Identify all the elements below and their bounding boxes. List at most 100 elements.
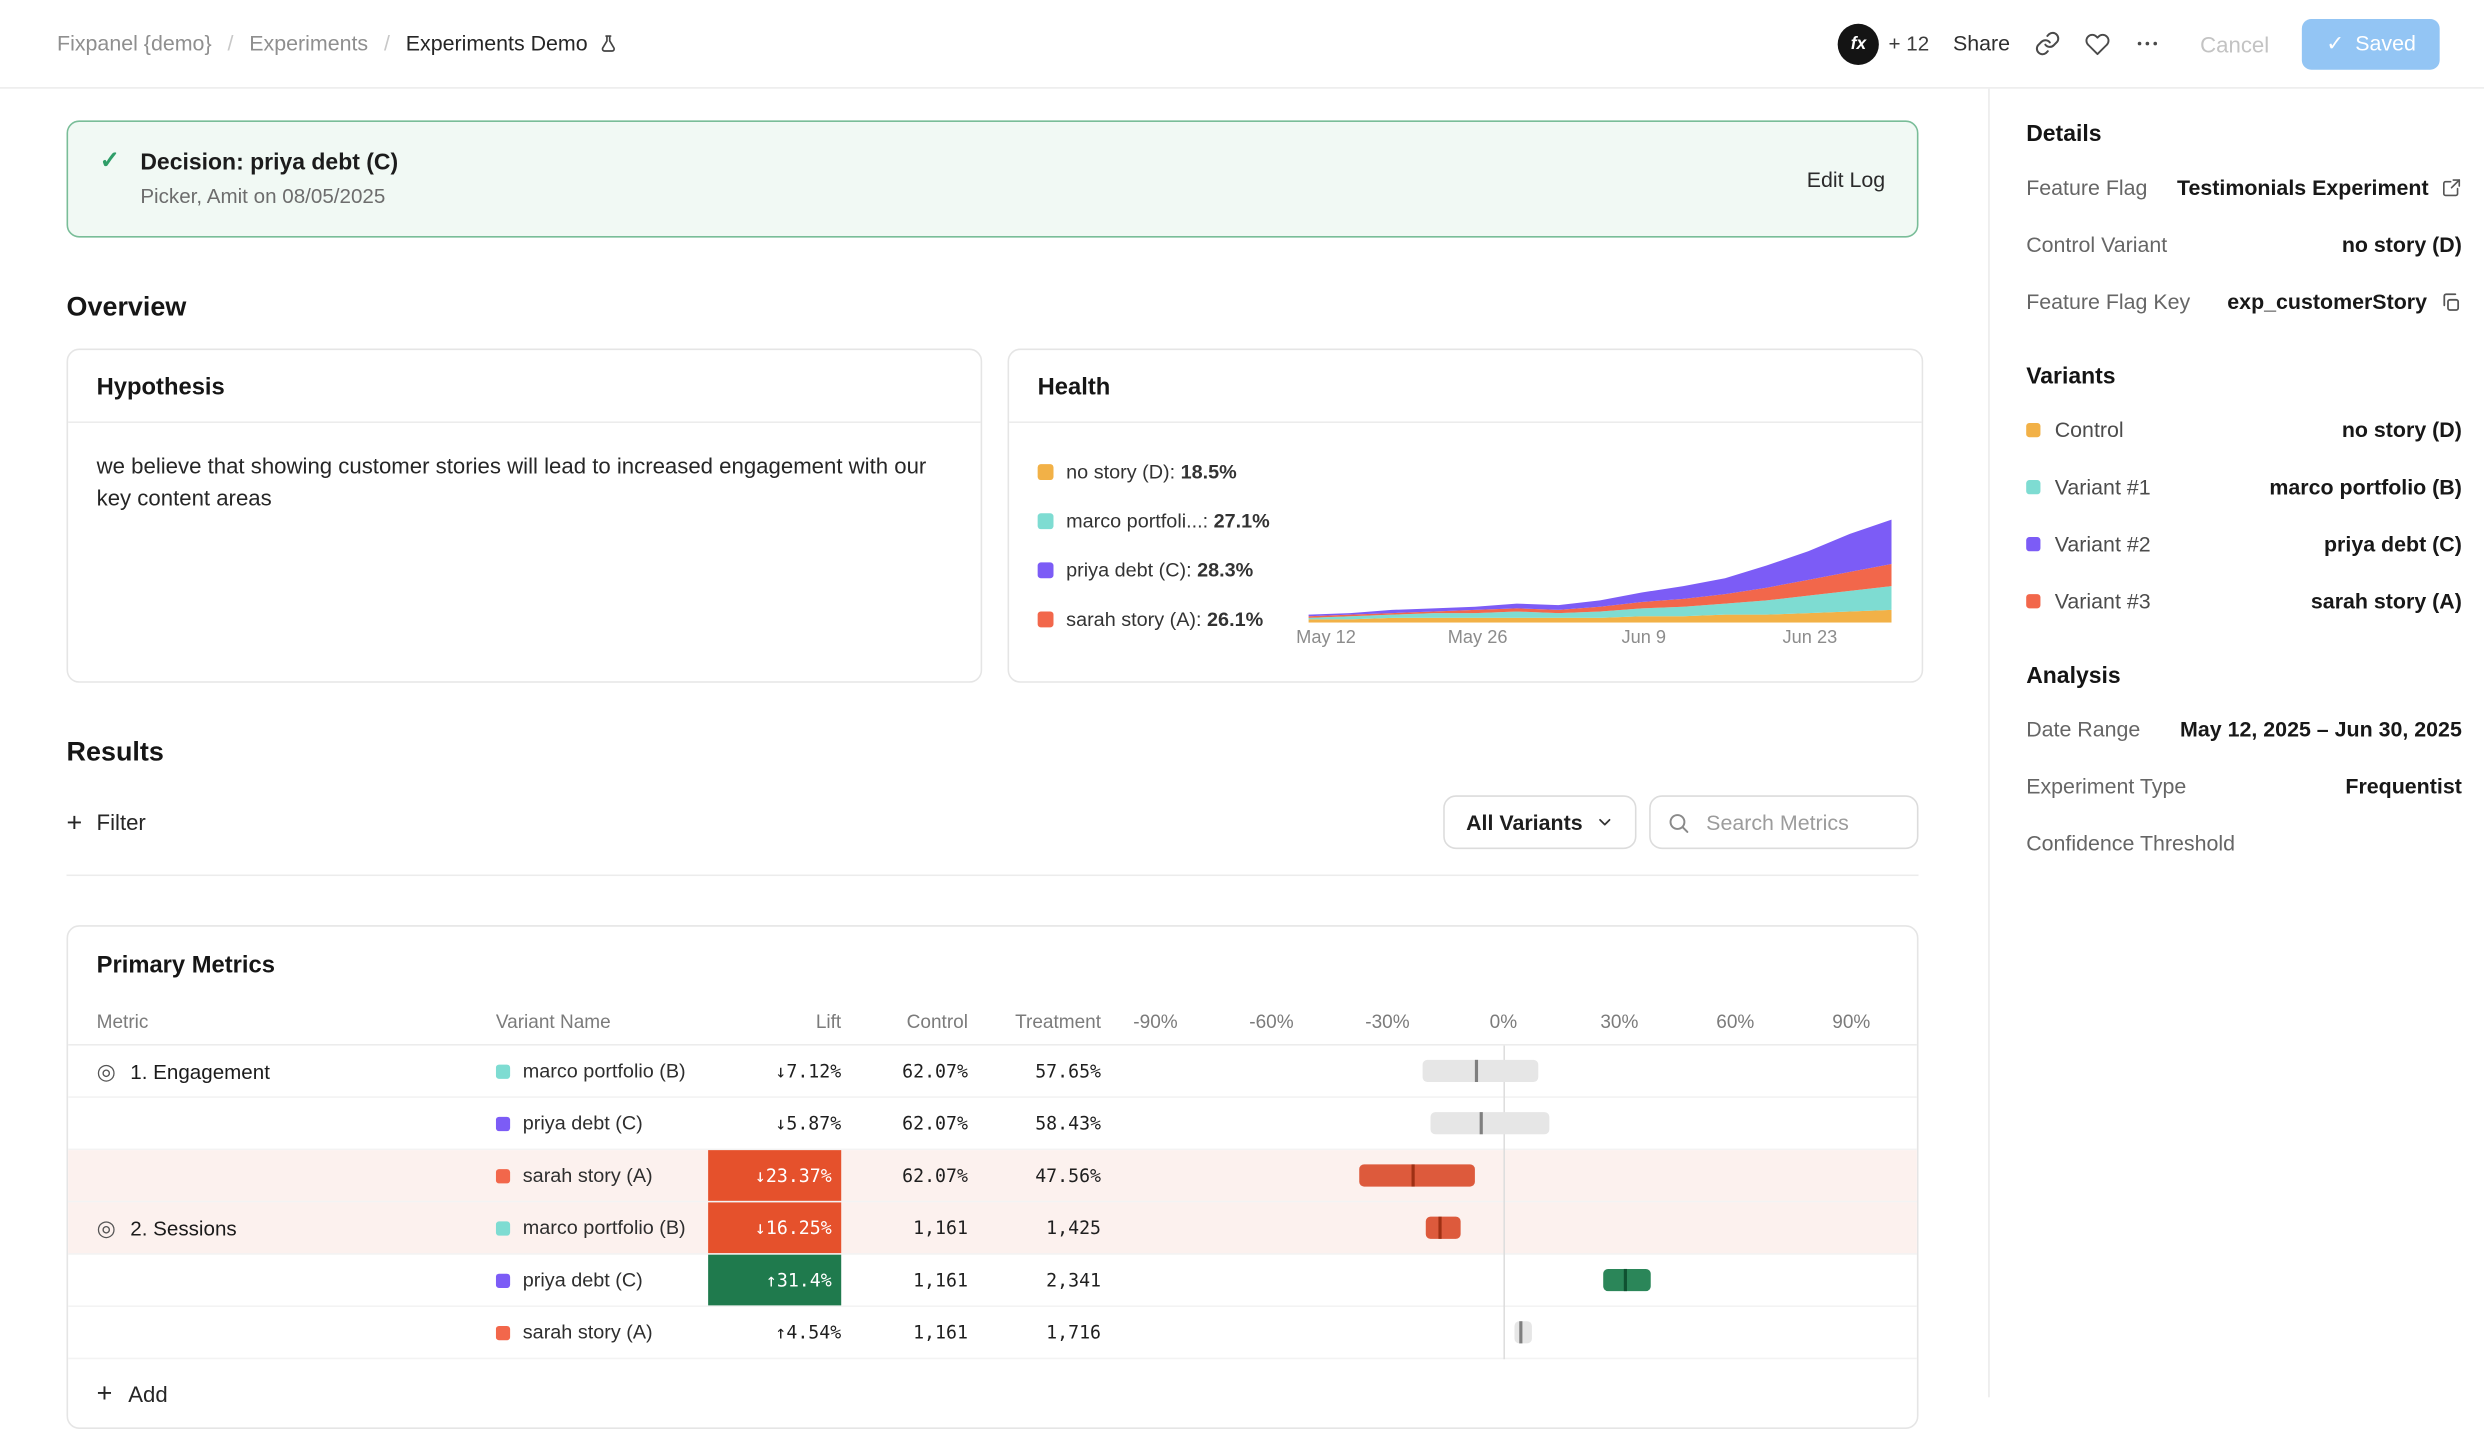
metric-table-row[interactable]: priya debt (C)↓5.87%62.07%58.43%	[68, 1098, 1917, 1150]
lift-value: ↑4.54%	[775, 1321, 841, 1343]
point-estimate-tick	[1479, 1112, 1482, 1134]
confidence-interval-bar	[1358, 1164, 1474, 1186]
variants-dropdown[interactable]: All Variants	[1444, 795, 1637, 849]
favorite-heart-icon[interactable]	[2085, 31, 2110, 56]
lift-value: ↓7.12%	[775, 1060, 841, 1082]
variant-swatch	[496, 1273, 510, 1287]
point-estimate-tick	[1519, 1321, 1522, 1343]
plus-icon: +	[97, 1380, 113, 1407]
metric-table-row[interactable]: priya debt (C)↑31.4%1,1612,341	[68, 1255, 1917, 1307]
axis-tick-label: -30%	[1365, 1011, 1409, 1033]
variant-row-control: Control no story (D)	[2026, 413, 2462, 446]
variant-value: no story (D)	[2342, 418, 2462, 442]
external-link-icon[interactable]	[2441, 177, 2462, 198]
control-value: 62.07%	[841, 1060, 968, 1082]
control-value: 1,161	[841, 1217, 968, 1239]
axis-tick-label: 90%	[1832, 1011, 1870, 1033]
lift-badge: ↓16.25%	[708, 1202, 841, 1253]
variant-swatch	[496, 1325, 510, 1339]
overview-heading: Overview	[67, 291, 1919, 323]
point-estimate-tick	[1411, 1164, 1414, 1186]
confidence-interval-bar	[1604, 1269, 1650, 1291]
confidence-interval-cell	[1101, 1150, 1888, 1201]
decision-title: Decision: priya debt (C)	[140, 150, 398, 175]
cancel-button[interactable]: Cancel	[2191, 29, 2279, 58]
variant-value: marco portfolio (B)	[2269, 475, 2461, 499]
metric-table-row[interactable]: ◎1. Engagementmarco portfolio (B)↓7.12%6…	[68, 1046, 1917, 1098]
hypothesis-title: Hypothesis	[68, 350, 980, 423]
check-icon: ✓	[2326, 31, 2344, 56]
legend-label: sarah story (A): 26.1%	[1066, 608, 1263, 630]
top-bar: Fixpanel {demo} / Experiments / Experime…	[0, 0, 2484, 89]
copy-link-icon[interactable]	[2034, 30, 2061, 57]
feature-flag-key-label: Feature Flag Key	[2026, 290, 2190, 314]
search-metrics-box[interactable]	[1649, 795, 1918, 849]
saved-button[interactable]: ✓Saved	[2302, 18, 2439, 69]
date-range-label: Date Range	[2026, 718, 2140, 742]
treatment-value: 58.43%	[968, 1112, 1101, 1134]
variant-label: Variant #3	[2055, 589, 2151, 613]
col-control: Control	[841, 1010, 968, 1032]
col-metric: Metric	[97, 1010, 496, 1032]
copy-icon[interactable]	[2440, 291, 2462, 313]
confidence-interval-bar	[1422, 1060, 1538, 1082]
variant-name-cell: priya debt (C)	[496, 1269, 708, 1291]
control-variant-label: Control Variant	[2026, 233, 2167, 257]
breadcrumb-separator: /	[227, 32, 233, 56]
metric-table-row[interactable]: ◎2. Sessionsmarco portfolio (B)↓16.25%1,…	[68, 1202, 1917, 1254]
col-lift: Lift	[708, 1010, 841, 1032]
feature-flag-value[interactable]: Testimonials Experiment	[2177, 176, 2429, 200]
variant-swatch	[496, 1168, 510, 1182]
more-options-icon[interactable]	[2134, 30, 2161, 57]
variant-label: Variant #2	[2055, 532, 2151, 556]
variant-row-1: Variant #1 marco portfolio (B)	[2026, 471, 2462, 504]
health-title: Health	[1009, 350, 1921, 423]
health-chart: May 12May 26Jun 9Jun 23	[1309, 512, 1892, 655]
health-x-label: May 26	[1448, 629, 1508, 648]
variant-row-3: Variant #3 sarah story (A)	[2026, 585, 2462, 618]
control-variant-row: Control Variant no story (D)	[2026, 228, 2462, 261]
metrics-table-header: Metric Variant Name Lift Control Treatme…	[68, 998, 1917, 1046]
health-x-label: Jun 23	[1783, 629, 1838, 648]
axis-tick-label: 60%	[1716, 1011, 1754, 1033]
variants-dropdown-label: All Variants	[1466, 810, 1583, 834]
confidence-threshold-label: Confidence Threshold	[2026, 832, 2235, 856]
treatment-value: 1,425	[968, 1217, 1101, 1239]
hypothesis-body: we believe that showing customer stories…	[68, 423, 955, 541]
results-toolbar: + Filter All Variants	[67, 795, 1919, 849]
decision-banner: ✓ Decision: priya debt (C) Picker, Amit …	[67, 120, 1919, 237]
axis-tick-label: 30%	[1600, 1011, 1638, 1033]
variant-swatch	[2026, 423, 2040, 437]
breadcrumb-item-workspace[interactable]: Fixpanel {demo}	[57, 32, 212, 56]
main-content: ✓ Decision: priya debt (C) Picker, Amit …	[0, 89, 1988, 1398]
filter-button[interactable]: + Filter	[67, 809, 146, 836]
treatment-value: 2,341	[968, 1269, 1101, 1291]
breadcrumb-separator: /	[384, 32, 390, 56]
variant-swatch	[2026, 480, 2040, 494]
add-metric-button[interactable]: + Add	[68, 1359, 1917, 1427]
plus-icon: +	[67, 809, 83, 836]
health-legend-item: marco portfoli...: 27.1%	[1038, 510, 1309, 532]
edit-log-button[interactable]: Edit Log	[1807, 167, 1885, 191]
breadcrumb-item-experiments[interactable]: Experiments	[249, 32, 368, 56]
control-value: 62.07%	[841, 1164, 968, 1186]
decision-subtitle: Picker, Amit on 08/05/2025	[140, 184, 398, 208]
health-x-label: Jun 9	[1621, 629, 1666, 648]
metric-table-row[interactable]: sarah story (A)↑4.54%1,1611,716	[68, 1307, 1917, 1359]
search-metrics-input[interactable]	[1703, 809, 1890, 836]
variant-swatch	[2026, 594, 2040, 608]
share-button[interactable]: Share	[1953, 32, 2010, 56]
top-bar-actions: fx + 12 Share Cancel ✓Saved	[1838, 18, 2440, 69]
feature-flag-key-row: Feature Flag Key exp_customerStory	[2026, 285, 2462, 318]
point-estimate-tick	[1439, 1217, 1442, 1239]
confidence-interval-bar	[1430, 1112, 1550, 1134]
breadcrumb-item-current: Experiments Demo	[406, 32, 588, 56]
decision-check-icon: ✓	[100, 146, 120, 175]
metric-table-row[interactable]: sarah story (A)↓23.37%62.07%47.56%	[68, 1150, 1917, 1202]
avatar[interactable]: fx	[1838, 23, 1879, 64]
metrics-table-body: ◎1. Engagementmarco portfolio (B)↓7.12%6…	[68, 1046, 1917, 1360]
variant-name-cell: marco portfolio (B)	[496, 1060, 708, 1082]
collaborator-count[interactable]: + 12	[1889, 32, 1930, 56]
health-legend: no story (D): 18.5%marco portfoli...: 27…	[1038, 458, 1309, 654]
treatment-value: 57.65%	[968, 1060, 1101, 1082]
